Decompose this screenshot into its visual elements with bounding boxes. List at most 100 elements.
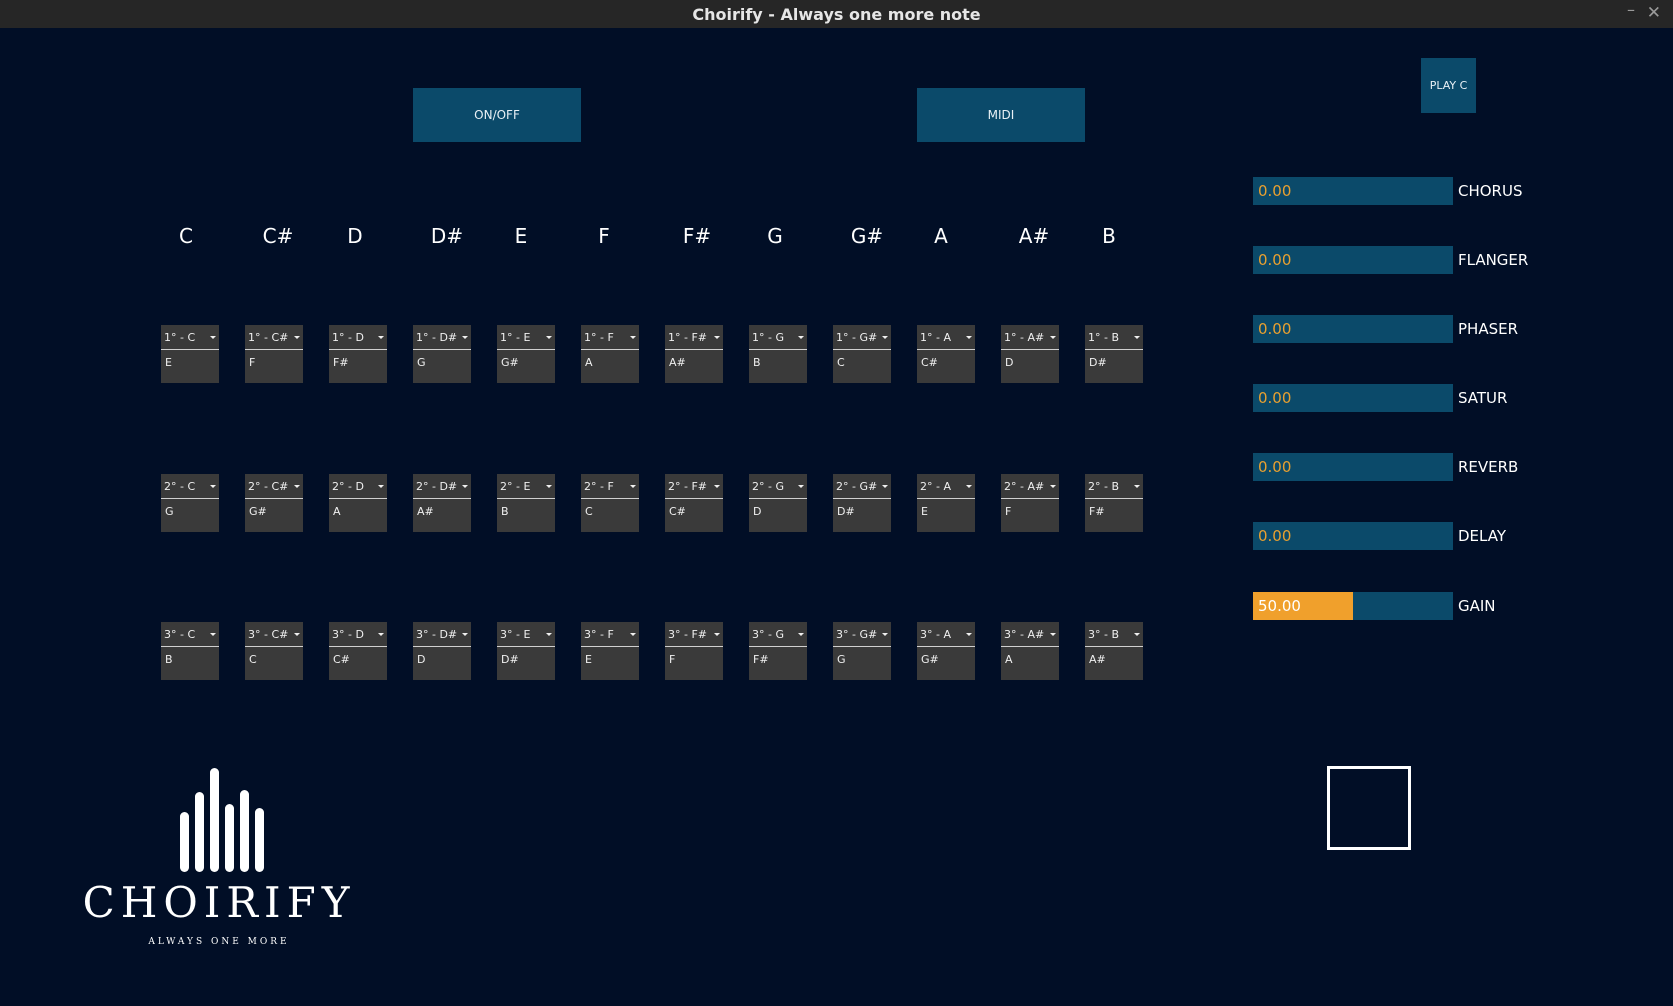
dropdown-header[interactable]: 1° - A# — [1001, 325, 1059, 350]
chevron-down-icon[interactable] — [378, 485, 384, 488]
dropdown-header[interactable]: 1° - G — [749, 325, 807, 350]
dropdown-header[interactable]: 3° - A# — [1001, 622, 1059, 647]
dropdown-header[interactable]: 1° - C — [161, 325, 219, 350]
interval-dropdown[interactable]: 1° - C E — [161, 325, 219, 383]
interval-dropdown[interactable]: 1° - F# A# — [665, 325, 723, 383]
interval-dropdown[interactable]: 3° - G# G — [833, 622, 891, 680]
chevron-down-icon[interactable] — [882, 633, 888, 636]
chevron-down-icon[interactable] — [210, 485, 216, 488]
dropdown-header[interactable]: 3° - D# — [413, 622, 471, 647]
dropdown-header[interactable]: 2° - G — [749, 474, 807, 499]
dropdown-header[interactable]: 3° - B — [1085, 622, 1143, 647]
dropdown-header[interactable]: 2° - C — [161, 474, 219, 499]
dropdown-header[interactable]: 2° - F — [581, 474, 639, 499]
chevron-down-icon[interactable] — [630, 633, 636, 636]
dropdown-header[interactable]: 3° - E — [497, 622, 555, 647]
dropdown-header[interactable]: 3° - C# — [245, 622, 303, 647]
chevron-down-icon[interactable] — [210, 633, 216, 636]
slider-chorus[interactable]: 0.00 — [1253, 177, 1453, 205]
chevron-down-icon[interactable] — [714, 485, 720, 488]
chevron-down-icon[interactable] — [294, 633, 300, 636]
interval-dropdown[interactable]: 2° - A E — [917, 474, 975, 532]
dropdown-header[interactable]: 3° - A — [917, 622, 975, 647]
chevron-down-icon[interactable] — [1134, 336, 1140, 339]
dropdown-header[interactable]: 2° - A — [917, 474, 975, 499]
chevron-down-icon[interactable] — [966, 485, 972, 488]
on-off-button[interactable]: ON/OFF — [413, 88, 581, 142]
dropdown-header[interactable]: 2° - D# — [413, 474, 471, 499]
interval-dropdown[interactable]: 1° - E G# — [497, 325, 555, 383]
midi-button[interactable]: MIDI — [917, 88, 1085, 142]
chevron-down-icon[interactable] — [1050, 485, 1056, 488]
chevron-down-icon[interactable] — [966, 633, 972, 636]
dropdown-header[interactable]: 2° - F# — [665, 474, 723, 499]
interval-dropdown[interactable]: 2° - D# A# — [413, 474, 471, 532]
chevron-down-icon[interactable] — [630, 485, 636, 488]
dropdown-header[interactable]: 1° - E — [497, 325, 555, 350]
interval-dropdown[interactable]: 1° - C# F — [245, 325, 303, 383]
interval-dropdown[interactable]: 3° - F# F — [665, 622, 723, 680]
interval-dropdown[interactable]: 3° - D# D — [413, 622, 471, 680]
interval-dropdown[interactable]: 3° - F E — [581, 622, 639, 680]
interval-dropdown[interactable]: 1° - B D# — [1085, 325, 1143, 383]
dropdown-header[interactable]: 2° - G# — [833, 474, 891, 499]
interval-dropdown[interactable]: 2° - G D — [749, 474, 807, 532]
chevron-down-icon[interactable] — [1134, 633, 1140, 636]
interval-dropdown[interactable]: 3° - E D# — [497, 622, 555, 680]
chevron-down-icon[interactable] — [882, 336, 888, 339]
dropdown-header[interactable]: 2° - C# — [245, 474, 303, 499]
chevron-down-icon[interactable] — [798, 336, 804, 339]
interval-dropdown[interactable]: 3° - G F# — [749, 622, 807, 680]
chevron-down-icon[interactable] — [546, 485, 552, 488]
chevron-down-icon[interactable] — [210, 336, 216, 339]
chevron-down-icon[interactable] — [546, 336, 552, 339]
interval-dropdown[interactable]: 1° - G B — [749, 325, 807, 383]
chevron-down-icon[interactable] — [378, 633, 384, 636]
chevron-down-icon[interactable] — [714, 336, 720, 339]
slider-delay[interactable]: 0.00 — [1253, 522, 1453, 550]
close-icon[interactable]: ✕ — [1647, 3, 1661, 23]
dropdown-header[interactable]: 1° - B — [1085, 325, 1143, 350]
slider-gain[interactable]: 50.00 — [1253, 592, 1453, 620]
play-c-button[interactable]: PLAY C — [1421, 58, 1476, 113]
dropdown-header[interactable]: 1° - A — [917, 325, 975, 350]
interval-dropdown[interactable]: 2° - A# F — [1001, 474, 1059, 532]
dropdown-header[interactable]: 1° - F# — [665, 325, 723, 350]
dropdown-header[interactable]: 3° - F — [581, 622, 639, 647]
interval-dropdown[interactable]: 1° - D# G — [413, 325, 471, 383]
chevron-down-icon[interactable] — [714, 633, 720, 636]
chevron-down-icon[interactable] — [1050, 633, 1056, 636]
chevron-down-icon[interactable] — [462, 633, 468, 636]
chevron-down-icon[interactable] — [882, 485, 888, 488]
slider-phaser[interactable]: 0.00 — [1253, 315, 1453, 343]
chevron-down-icon[interactable] — [378, 336, 384, 339]
chevron-down-icon[interactable] — [294, 485, 300, 488]
interval-dropdown[interactable]: 2° - C G — [161, 474, 219, 532]
interval-dropdown[interactable]: 3° - D C# — [329, 622, 387, 680]
chevron-down-icon[interactable] — [798, 485, 804, 488]
dropdown-header[interactable]: 1° - C# — [245, 325, 303, 350]
dropdown-header[interactable]: 1° - D# — [413, 325, 471, 350]
interval-dropdown[interactable]: 3° - C B — [161, 622, 219, 680]
interval-dropdown[interactable]: 1° - A# D — [1001, 325, 1059, 383]
dropdown-header[interactable]: 3° - F# — [665, 622, 723, 647]
dropdown-header[interactable]: 3° - G — [749, 622, 807, 647]
interval-dropdown[interactable]: 3° - C# C — [245, 622, 303, 680]
interval-dropdown[interactable]: 2° - F C — [581, 474, 639, 532]
interval-dropdown[interactable]: 3° - B A# — [1085, 622, 1143, 680]
interval-dropdown[interactable]: 2° - C# G# — [245, 474, 303, 532]
slider-satur[interactable]: 0.00 — [1253, 384, 1453, 412]
interval-dropdown[interactable]: 1° - G# C — [833, 325, 891, 383]
dropdown-header[interactable]: 2° - D — [329, 474, 387, 499]
dropdown-header[interactable]: 2° - A# — [1001, 474, 1059, 499]
chevron-down-icon[interactable] — [630, 336, 636, 339]
minimize-icon[interactable]: – — [1627, 0, 1635, 19]
dropdown-header[interactable]: 3° - D — [329, 622, 387, 647]
dropdown-header[interactable]: 2° - E — [497, 474, 555, 499]
chevron-down-icon[interactable] — [546, 633, 552, 636]
dropdown-header[interactable]: 2° - B — [1085, 474, 1143, 499]
slider-flanger[interactable]: 0.00 — [1253, 246, 1453, 274]
interval-dropdown[interactable]: 2° - E B — [497, 474, 555, 532]
interval-dropdown[interactable]: 1° - D F# — [329, 325, 387, 383]
interval-dropdown[interactable]: 2° - G# D# — [833, 474, 891, 532]
